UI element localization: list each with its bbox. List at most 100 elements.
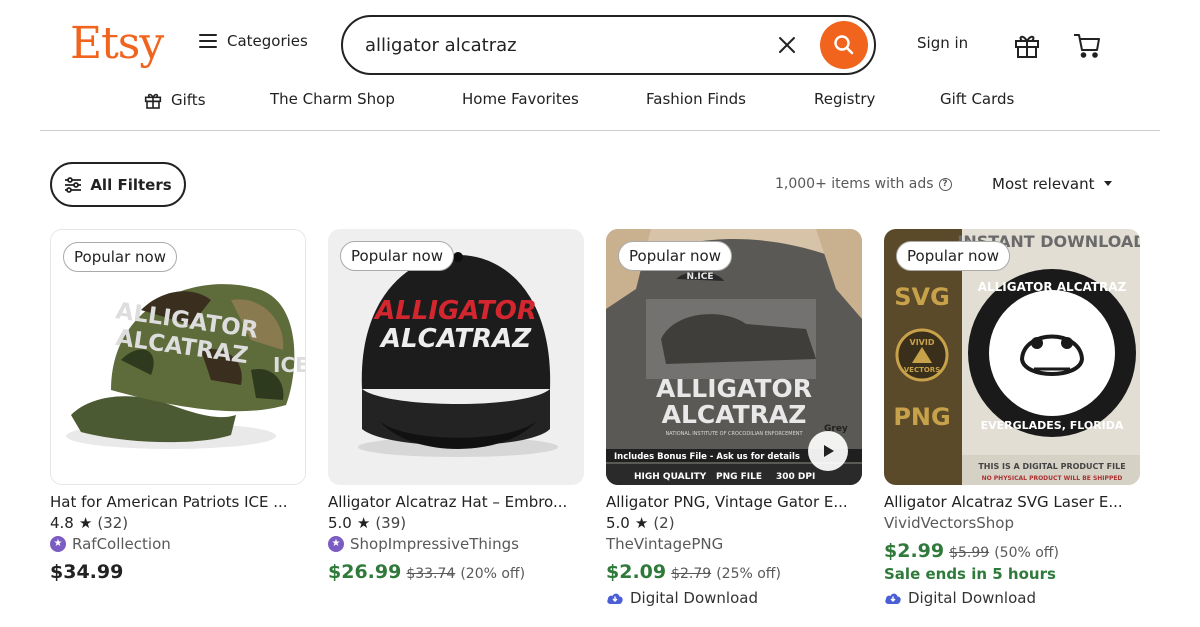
star-icon: ★ (356, 514, 371, 532)
search-icon (834, 35, 854, 55)
image-text-vivid: VIVID (910, 338, 935, 347)
product-title[interactable]: Alligator Alcatraz Hat – Embro... (328, 493, 584, 511)
shop-name[interactable]: TheVintagePNG (606, 535, 862, 553)
digital-download-text: Digital Download (630, 589, 758, 607)
price-value: $26.99 (328, 561, 402, 583)
results-count: 1,000+ items with ads ? (775, 176, 952, 192)
image-text-nice: N.ICE (686, 272, 713, 282)
product-rating: 4.8 ★ (32) (50, 514, 306, 532)
nav-fashion-finds[interactable]: Fashion Finds (646, 90, 746, 108)
sort-label: Most relevant (992, 175, 1095, 193)
etsy-logo[interactable]: Etsy (70, 16, 164, 72)
product-image[interactable]: N.ICE ALLIGATOR ALCATRAZ NATIONAL INSTIT… (606, 229, 862, 485)
shop-name-text: RafCollection (72, 535, 171, 553)
review-count: (39) (375, 514, 407, 532)
product-price: $26.99 $33.74 (20% off) (328, 561, 584, 583)
rating-value: 5.0 (606, 514, 630, 532)
product-rating: 5.0 ★ (2) (606, 514, 862, 532)
image-text-dpi: 300 DPI (776, 472, 815, 482)
all-filters-button[interactable]: All Filters (50, 162, 186, 207)
image-text-no-physical: NO PHYSICAL PRODUCT WILL BE SHIPPED (982, 475, 1123, 482)
product-card[interactable]: ALLIGATOR ALCATRAZ ICE Popular now Hat f… (50, 229, 306, 583)
filter-icon (65, 176, 82, 193)
discount-percent: (25% off) (716, 566, 781, 582)
image-text-bonus: Includes Bonus File - Ask us for details (614, 452, 800, 462)
shop-name[interactable]: ★ RafCollection (50, 535, 306, 553)
nav-gift-cards[interactable]: Gift Cards (940, 90, 1014, 108)
discount-percent: (50% off) (994, 545, 1059, 561)
nav-registry[interactable]: Registry (814, 90, 875, 108)
product-title[interactable]: Alligator PNG, Vintage Gator E... (606, 493, 862, 511)
image-text-line2: ALCATRAZ (662, 400, 807, 429)
price-value: $2.99 (884, 540, 945, 562)
product-card[interactable]: N.ICE ALLIGATOR ALCATRAZ NATIONAL INSTIT… (606, 229, 862, 607)
review-count: (2) (653, 514, 675, 532)
play-video-button[interactable] (808, 431, 848, 471)
image-text-line2: ALCATRAZ (379, 324, 532, 354)
star-icon: ★ (634, 514, 649, 532)
shop-name-text: TheVintagePNG (606, 535, 724, 553)
gift-icon (1015, 35, 1039, 58)
menu-icon (199, 34, 217, 48)
discount-percent: (20% off) (460, 566, 526, 582)
image-text-circle-bottom: EVERGLADES, FLORIDA (981, 419, 1124, 432)
category-nav: Gifts The Charm Shop Home Favorites Fash… (0, 90, 1200, 114)
original-price: $33.74 (406, 566, 456, 582)
nav-home-favorites[interactable]: Home Favorites (462, 90, 579, 108)
product-title[interactable]: Alligator Alcatraz SVG Laser E... (884, 493, 1140, 511)
image-text-png: PNG FILE (716, 472, 762, 482)
popular-badge: Popular now (340, 241, 454, 271)
price-value: $34.99 (50, 561, 124, 583)
sign-in-link[interactable]: Sign in (917, 34, 968, 52)
all-filters-label: All Filters (90, 175, 172, 194)
product-price: $2.99 $5.99 (50% off) (884, 540, 1140, 562)
product-card[interactable]: SVG VIVID VECTORS PNG INSTANT DOWNLOAD A… (884, 229, 1140, 607)
shop-name-text: VividVectorsShop (884, 514, 1015, 532)
clear-search-button[interactable] (776, 34, 798, 56)
cloud-download-icon (885, 593, 901, 604)
cart-button[interactable] (1072, 30, 1102, 60)
search-input[interactable] (365, 31, 755, 59)
categories-label: Categories (227, 32, 308, 50)
close-icon (779, 37, 795, 53)
search-bar (341, 15, 876, 75)
sort-dropdown[interactable]: Most relevant (992, 175, 1113, 193)
categories-button[interactable]: Categories (199, 32, 308, 50)
rating-value: 5.0 (328, 514, 352, 532)
image-text-svg: SVG (894, 283, 950, 311)
product-image[interactable]: ALLIGATOR ALCATRAZ Popular now (328, 229, 584, 485)
review-count: (32) (97, 514, 129, 532)
shop-name[interactable]: ★ ShopImpressiveThings (328, 535, 584, 553)
popular-badge: Popular now (896, 241, 1010, 271)
shop-name[interactable]: VividVectorsShop (884, 514, 1140, 532)
play-icon (824, 445, 834, 457)
product-card[interactable]: ALLIGATOR ALCATRAZ Popular now Alligator… (328, 229, 584, 583)
info-icon[interactable]: ? (938, 177, 952, 191)
product-title[interactable]: Hat for American Patriots ICE ... (50, 493, 306, 511)
gift-icon (144, 93, 162, 109)
digital-download-label: Digital Download (884, 589, 1140, 607)
caret-down-icon (1103, 181, 1112, 186)
image-text-ice: ICE (273, 353, 306, 377)
product-price: $2.09 $2.79 (25% off) (606, 561, 862, 583)
rating-value: 4.8 (50, 514, 74, 532)
image-text-line1: ALLIGATOR (656, 374, 812, 403)
popular-badge: Popular now (618, 241, 732, 271)
image-text-circle-top: ALLIGATOR ALCATRAZ (978, 280, 1127, 294)
cart-icon (1074, 34, 1100, 58)
product-image[interactable]: ALLIGATOR ALCATRAZ ICE Popular now (50, 229, 306, 485)
popular-badge: Popular now (63, 242, 177, 272)
product-image[interactable]: SVG VIVID VECTORS PNG INSTANT DOWNLOAD A… (884, 229, 1140, 485)
image-text-quality: HIGH QUALITY (634, 472, 707, 482)
original-price: $2.79 (671, 566, 712, 582)
nav-charm-shop[interactable]: The Charm Shop (270, 90, 395, 108)
star-icon: ★ (78, 514, 93, 532)
digital-download-text: Digital Download (908, 589, 1036, 607)
nav-gifts[interactable]: Gifts (143, 90, 206, 110)
star-seller-icon: ★ (50, 536, 66, 552)
original-price: $5.99 (949, 545, 990, 561)
search-button[interactable] (820, 21, 868, 69)
star-seller-icon: ★ (328, 536, 344, 552)
gift-button[interactable] (1012, 30, 1042, 60)
results-count-text: 1,000+ items with ads (775, 176, 934, 192)
